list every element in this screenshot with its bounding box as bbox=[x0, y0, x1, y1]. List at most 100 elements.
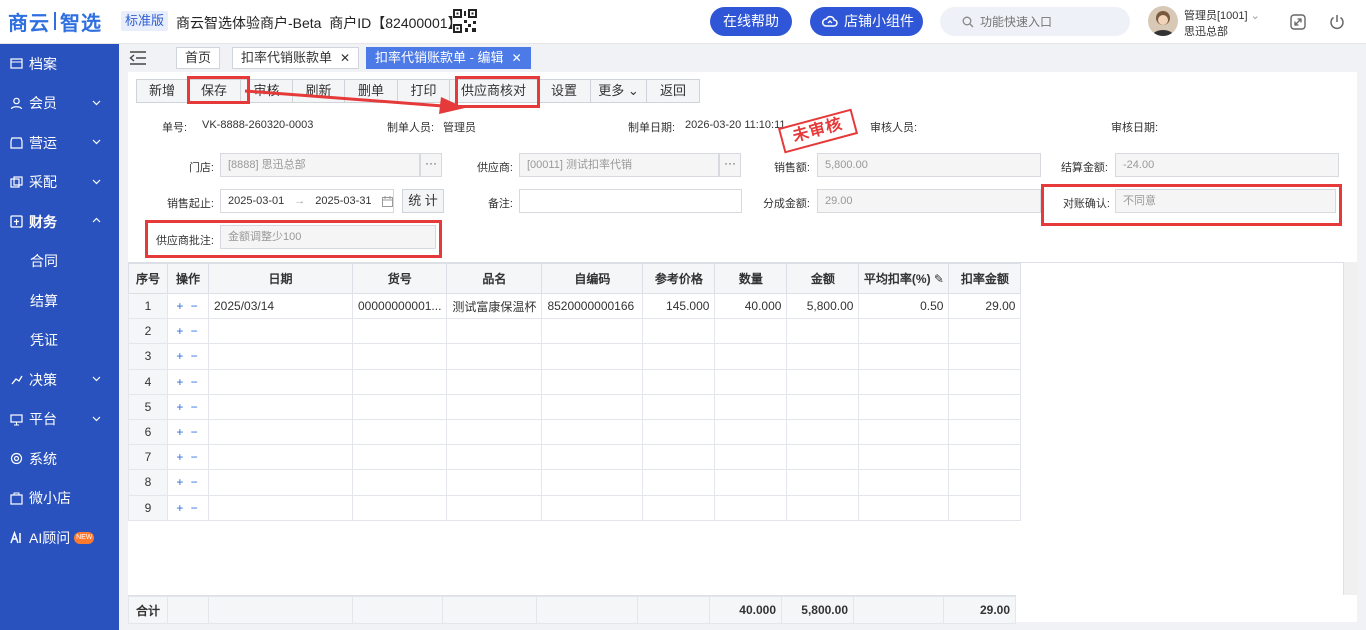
sidebar-item-contract[interactable]: 合同 bbox=[0, 242, 119, 282]
sidebar-item-system[interactable]: 系统 bbox=[0, 439, 119, 479]
cell-selfcode[interactable] bbox=[541, 418, 644, 446]
cell-price[interactable] bbox=[642, 469, 716, 496]
cell-date[interactable] bbox=[208, 368, 353, 395]
cell-idx[interactable]: 7 bbox=[128, 444, 168, 471]
store-picker-button[interactable]: ··· bbox=[420, 153, 442, 177]
cell-qty[interactable] bbox=[714, 393, 788, 420]
shop-widget-button[interactable]: 店铺小组件 bbox=[810, 7, 923, 36]
table-row[interactable]: 2 + − bbox=[128, 318, 1022, 345]
supplier-field[interactable]: [00011] 测试扣率代销 bbox=[519, 153, 719, 177]
table-row[interactable]: 4 + − bbox=[128, 368, 1022, 395]
cell-date[interactable] bbox=[208, 318, 353, 345]
user-name[interactable]: 管理员[1001] ⌄ bbox=[1184, 7, 1260, 23]
cell-amount[interactable]: 5,800.00 bbox=[786, 292, 860, 320]
cell-code[interactable] bbox=[351, 444, 448, 471]
column-header[interactable]: 品名 bbox=[446, 263, 543, 294]
function-search[interactable] bbox=[940, 7, 1130, 36]
cell-qty[interactable] bbox=[714, 418, 788, 446]
cell-name[interactable] bbox=[446, 469, 543, 496]
sidebar-item-member[interactable]: 会员 bbox=[0, 84, 119, 124]
cell-code[interactable] bbox=[351, 343, 448, 370]
cell-name[interactable]: 测试富康保温杯 bbox=[446, 292, 543, 320]
cell-rate[interactable]: 0.50 bbox=[858, 292, 950, 320]
sidebar-item-decision[interactable]: 决策 bbox=[0, 360, 119, 400]
power-icon[interactable] bbox=[1328, 13, 1346, 31]
store-field[interactable]: [8888] 思迅总部 bbox=[220, 153, 420, 177]
vertical-scrollbar[interactable] bbox=[1343, 262, 1357, 595]
close-icon[interactable]: ✕ bbox=[340, 51, 350, 65]
cell-amount[interactable] bbox=[786, 318, 860, 345]
cell-rate[interactable] bbox=[858, 318, 950, 345]
remark-field[interactable] bbox=[519, 189, 742, 213]
cell-amount[interactable] bbox=[786, 393, 860, 420]
cell-rate_amount[interactable] bbox=[948, 393, 1022, 420]
column-header[interactable]: 序号 bbox=[128, 263, 168, 294]
cell-code[interactable] bbox=[351, 469, 448, 496]
cell-ops[interactable]: + − bbox=[167, 292, 209, 320]
cell-name[interactable] bbox=[446, 393, 543, 420]
settings-button[interactable]: 设置 bbox=[538, 79, 591, 103]
cell-price[interactable] bbox=[642, 393, 716, 420]
logo[interactable]: 商云 智选 bbox=[8, 9, 102, 35]
sidebar-item-micro-shop[interactable]: 微小店 bbox=[0, 479, 119, 519]
cell-ops[interactable]: + − bbox=[167, 469, 209, 496]
table-row[interactable]: 6 + − bbox=[128, 418, 1022, 446]
cell-qty[interactable] bbox=[714, 318, 788, 345]
cell-ops[interactable]: + − bbox=[167, 318, 209, 345]
cell-qty[interactable]: 40.000 bbox=[714, 292, 788, 320]
cell-code[interactable] bbox=[351, 368, 448, 395]
table-row[interactable]: 3 + − bbox=[128, 343, 1022, 370]
cell-price[interactable]: 145.000 bbox=[642, 292, 716, 320]
qr-code-icon[interactable] bbox=[453, 9, 477, 33]
fullscreen-icon[interactable] bbox=[1289, 13, 1307, 31]
cell-code[interactable] bbox=[351, 418, 448, 446]
online-help-button[interactable]: 在线帮助 bbox=[710, 7, 792, 36]
cell-ops[interactable]: + − bbox=[167, 418, 209, 446]
cell-price[interactable] bbox=[642, 318, 716, 345]
cell-rate[interactable] bbox=[858, 494, 950, 521]
cell-amount[interactable] bbox=[786, 418, 860, 446]
cell-date[interactable]: 2025/03/14 bbox=[208, 292, 353, 320]
table-row[interactable]: 9 + − bbox=[128, 494, 1022, 521]
cell-selfcode[interactable] bbox=[541, 318, 644, 345]
cell-code[interactable] bbox=[351, 393, 448, 420]
column-header[interactable]: 货号 bbox=[351, 263, 448, 294]
cell-price[interactable] bbox=[642, 368, 716, 395]
cell-qty[interactable] bbox=[714, 368, 788, 395]
cell-date[interactable] bbox=[208, 418, 353, 446]
tab-consignment-bill[interactable]: 扣率代销账款单 ✕ bbox=[232, 47, 360, 69]
cell-rate_amount[interactable] bbox=[948, 494, 1022, 521]
cell-qty[interactable] bbox=[714, 469, 788, 496]
cell-qty[interactable] bbox=[714, 343, 788, 370]
supplier-picker-button[interactable]: ··· bbox=[719, 153, 741, 177]
cell-name[interactable] bbox=[446, 444, 543, 471]
column-header[interactable]: 操作 bbox=[167, 263, 209, 294]
sidebar-item-archive[interactable]: 档案 bbox=[0, 44, 119, 84]
cell-idx[interactable]: 1 bbox=[128, 292, 168, 320]
table-row[interactable]: 7 + − bbox=[128, 444, 1022, 471]
cell-ops[interactable]: + − bbox=[167, 343, 209, 370]
cell-selfcode[interactable] bbox=[541, 368, 644, 395]
cell-rate_amount[interactable] bbox=[948, 318, 1022, 345]
cell-rate[interactable] bbox=[858, 368, 950, 395]
cell-ops[interactable]: + − bbox=[167, 494, 209, 521]
close-icon[interactable]: ✕ bbox=[512, 51, 522, 65]
cell-rate_amount[interactable] bbox=[948, 469, 1022, 496]
tab-home[interactable]: 首页 bbox=[176, 47, 221, 69]
column-header[interactable]: 金额 bbox=[786, 263, 860, 294]
cell-idx[interactable]: 5 bbox=[128, 393, 168, 420]
column-header[interactable]: 平均扣率(%) ✎ bbox=[858, 263, 950, 294]
sidebar-item-ai-advisor[interactable]: AI顾问 NEW bbox=[0, 518, 119, 558]
cell-selfcode[interactable] bbox=[541, 469, 644, 496]
column-header[interactable]: 日期 bbox=[208, 263, 353, 294]
cell-price[interactable] bbox=[642, 418, 716, 446]
stat-button[interactable]: 统 计 bbox=[402, 189, 444, 213]
cell-rate_amount[interactable]: 29.00 bbox=[948, 292, 1022, 320]
cell-date[interactable] bbox=[208, 494, 353, 521]
cell-code[interactable]: 00000000001... bbox=[351, 292, 448, 320]
tab-consignment-bill-edit[interactable]: 扣率代销账款单 - 编辑 ✕ bbox=[366, 47, 531, 69]
cell-name[interactable] bbox=[446, 418, 543, 446]
edit-icon[interactable]: ✎ bbox=[931, 272, 944, 286]
cell-date[interactable] bbox=[208, 469, 353, 496]
column-header[interactable]: 数量 bbox=[714, 263, 788, 294]
